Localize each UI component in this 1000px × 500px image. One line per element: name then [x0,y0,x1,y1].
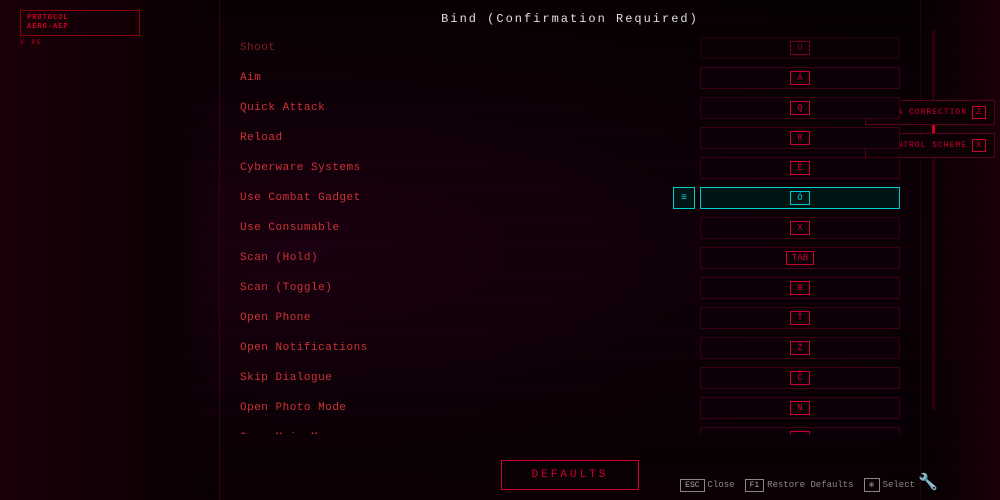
binding-key-area[interactable]: U [460,37,900,59]
hint-item: ESC Close [680,479,734,492]
select-person-icon: 🔧 [918,474,938,492]
binding-label: Use Consumable [240,222,460,234]
main-content: Bind (Confirmation Required) ShootUAimÁQ… [220,0,920,500]
binding-key-area[interactable]: Ť [460,307,900,329]
control-scheme-key: X [972,139,986,152]
binding-label: Shoot [240,42,460,54]
hint-key: ESC [680,479,704,492]
binding-key-area[interactable]: N [460,397,900,419]
key-badge: Q [790,101,810,115]
key-badge: R [790,131,810,145]
binding-row: Open Main Menu I [240,424,900,434]
select-icon-area: 🔧 [918,472,938,492]
left-panel: PROTOCOL AERO-AEP V 85 [0,0,220,500]
binding-key-area[interactable]: Q [460,97,900,119]
key-badge: ⊞ [790,281,810,295]
bottom-bar: DEFAULTS [220,450,920,500]
binding-label: Aim [240,72,460,84]
binding-key-area[interactable]: Ě [460,157,900,179]
defaults-button[interactable]: DEFAULTS [501,460,640,490]
bindings-list: Shoot U Aim Á Quick Attack Q Reload R Cyberware … [220,34,920,434]
binding-key-area[interactable]: R [460,127,900,149]
binding-row: Open Phone Ť [240,304,900,332]
binding-label: Reload [240,132,460,144]
key-badge: X [790,221,810,235]
key-input[interactable]: U [700,37,900,59]
binding-row: Reload R [240,124,900,152]
key-badge: Ě [790,161,810,175]
binding-key-area[interactable]: Ž [460,337,900,359]
logo-text-line1: PROTOCOL [27,14,133,23]
binding-key-area[interactable]: Ó [460,187,900,209]
binding-label: Scan (Toggle) [240,282,460,294]
binding-key-area[interactable]: Á [460,67,900,89]
binding-row: Open Notifications Ž [240,334,900,362]
binding-label: Quick Attack [240,102,460,114]
key-badge: Č [790,371,810,385]
right-panel: GAMMA CORRECTION Z CONTROL SCHEME X [920,0,1000,500]
binding-key-area[interactable]: Č [460,367,900,389]
key-input[interactable]: N [700,397,900,419]
key-input[interactable]: Á [700,67,900,89]
logo-box: PROTOCOL AERO-AEP [20,10,140,36]
key-badge: TAB [786,251,814,265]
binding-label: Open Notifications [240,342,460,354]
hint-key: F1 [745,479,765,492]
logo-area: PROTOCOL AERO-AEP V 85 [20,10,140,46]
binding-row: Cyberware Systems Ě [240,154,900,182]
logo-text-line2: AERO-AEP [27,23,133,32]
footer-hints: ESC Close F1Restore Defaults ⊕Select [680,478,915,492]
binding-row: Scan (Toggle) ⊞ [240,274,900,302]
key-badge: Ť [790,311,810,325]
key-input[interactable]: Ť [700,307,900,329]
binding-key-area[interactable]: TAB [460,247,900,269]
binding-label: Cyberware Systems [240,162,460,174]
key-input[interactable]: R [700,127,900,149]
binding-label: Use Combat Gadget [240,192,460,204]
key-input[interactable]: TAB [700,247,900,269]
key-input[interactable]: X [700,217,900,239]
hint-label: Select [883,480,915,490]
key-badge: Á [790,71,810,85]
binding-label: Skip Dialogue [240,372,460,384]
binding-row: Open Photo Mode N [240,394,900,422]
binding-label: Scan (Hold) [240,252,460,264]
binding-row: Skip Dialogue Č [240,364,900,392]
active-cursor [673,187,695,209]
key-badge: I [790,431,810,434]
hint-key: ⊕ [864,478,880,492]
key-badge: U [790,41,810,55]
binding-row: Shoot U [240,34,900,62]
binding-label: Open Phone [240,312,460,324]
binding-row: Use Combat Gadget Ó [240,184,900,212]
binding-row: Use Consumable X [240,214,900,242]
key-input[interactable]: Ž [700,337,900,359]
binding-key-area[interactable]: X [460,217,900,239]
binding-key-area[interactable]: ⊞ [460,277,900,299]
binding-label: Open Main Menu [240,432,460,434]
logo-sub: V 85 [20,39,140,46]
key-input[interactable]: Č [700,367,900,389]
key-input[interactable]: I [700,427,900,434]
binding-row: Quick Attack Q [240,94,900,122]
page-title: Bind (Confirmation Required) [220,0,920,34]
binding-row: Scan (Hold) TAB [240,244,900,272]
key-input[interactable]: Q [700,97,900,119]
hint-item: F1Restore Defaults [745,479,854,492]
key-badge: N [790,401,810,415]
binding-row: Aim Á [240,64,900,92]
key-input[interactable]: Ó [700,187,900,209]
binding-label: Open Photo Mode [240,402,460,414]
key-input[interactable]: ⊞ [700,277,900,299]
key-input[interactable]: Ě [700,157,900,179]
gamma-correction-key: Z [972,106,986,119]
hint-label: Close [708,480,735,490]
hint-item: ⊕Select [864,478,915,492]
key-badge: Ž [790,341,810,355]
hint-label: Restore Defaults [767,480,853,490]
binding-key-area[interactable]: I [460,427,900,434]
key-badge: Ó [790,191,810,205]
scrollbar-track[interactable] [932,30,935,410]
